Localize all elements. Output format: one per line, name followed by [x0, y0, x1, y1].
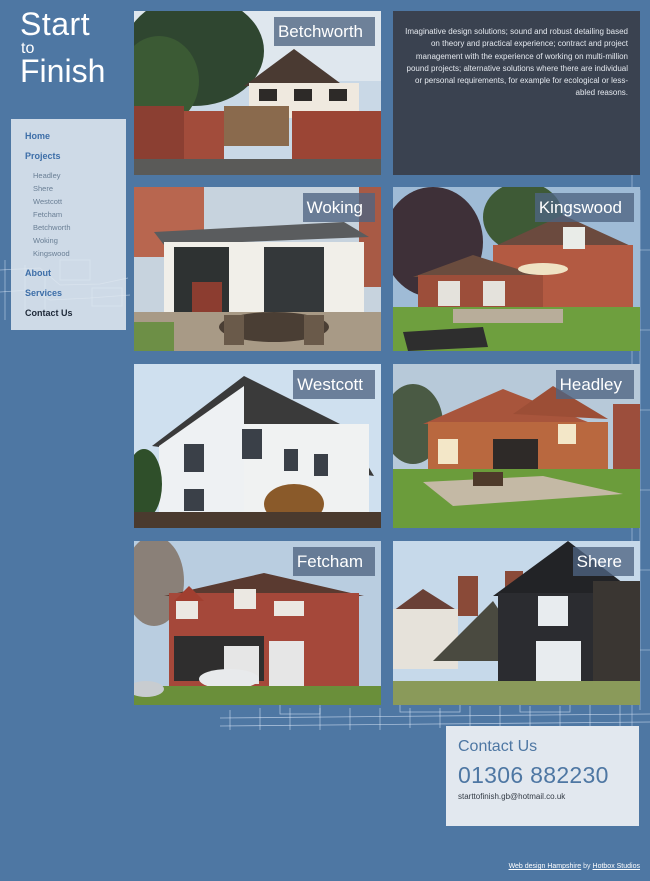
- logo-line-finish: Finish: [20, 53, 106, 89]
- footer-link-web-design[interactable]: Web design Hampshire: [509, 863, 582, 870]
- project-tile-betchworth[interactable]: Betchworth: [134, 11, 381, 175]
- footer-link-hotbox[interactable]: Hotbox Studios: [593, 863, 640, 870]
- tile-label-kingswood: Kingswood: [534, 193, 634, 222]
- tile-label-woking: Woking: [302, 193, 375, 222]
- footer-by: by: [583, 863, 591, 870]
- project-tile-westcott[interactable]: Westcott: [134, 364, 381, 528]
- project-tile-woking[interactable]: Woking: [134, 187, 381, 351]
- logo-line-start: Start: [20, 6, 91, 42]
- tile-label-betchworth: Betchworth: [273, 17, 375, 46]
- tile-label-fetcham: Fetcham: [292, 547, 375, 576]
- contact-title: Contact Us: [458, 738, 538, 755]
- project-tile-headley[interactable]: Headley: [393, 364, 640, 528]
- project-tile-fetcham[interactable]: Fetcham: [134, 541, 381, 705]
- tile-label-shere: Shere: [572, 547, 634, 576]
- nav-projects[interactable]: Projects: [25, 151, 61, 161]
- nav-sub-fetcham[interactable]: Fetcham: [33, 210, 62, 219]
- nav-sub-kingswood[interactable]: Kingswood: [33, 249, 70, 258]
- tile-label-headley: Headley: [555, 370, 634, 399]
- intro-text: Imaginative design solutions; sound and …: [393, 11, 640, 175]
- nav-about[interactable]: About: [25, 268, 51, 278]
- nav-services[interactable]: Services: [25, 288, 62, 298]
- nav-sub-woking[interactable]: Woking: [33, 236, 58, 245]
- nav-sub-headley[interactable]: Headley: [33, 171, 61, 180]
- nav-sub-betchworth[interactable]: Betchworth: [33, 223, 71, 232]
- footer-credit: Web design Hampshire by Hotbox Studios: [509, 863, 640, 870]
- contact-box: Contact Us 01306 882230 starttofinish.gb…: [446, 726, 639, 826]
- project-tile-kingswood[interactable]: Kingswood: [393, 187, 640, 351]
- contact-email[interactable]: starttofinish.gb@hotmail.co.uk: [458, 792, 627, 801]
- nav-sub-westcott[interactable]: Westcott: [33, 197, 62, 206]
- site-logo[interactable]: Start to Finish: [20, 8, 105, 87]
- nav-home[interactable]: Home: [25, 131, 50, 141]
- contact-phone[interactable]: 01306 882230: [458, 762, 627, 789]
- nav-contact[interactable]: Contact Us: [25, 308, 73, 318]
- project-tile-shere[interactable]: Shere: [393, 541, 640, 705]
- nav-sub-shere[interactable]: Shere: [33, 184, 53, 193]
- sidebar-nav: Home Projects Headley Shere Westcott Fet…: [11, 119, 126, 330]
- tile-label-westcott: Westcott: [293, 370, 375, 399]
